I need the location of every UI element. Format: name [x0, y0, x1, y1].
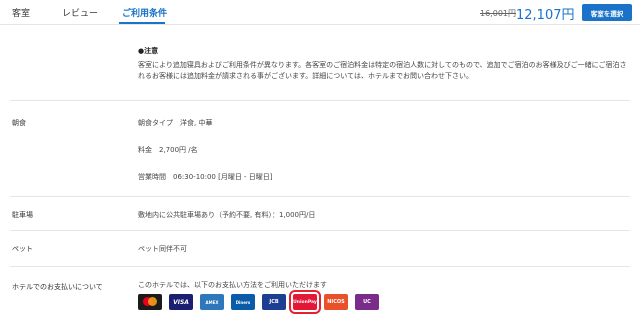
mastercard-icon [138, 294, 162, 310]
tab-reviews[interactable]: レビュー [62, 6, 98, 19]
tab-terms[interactable]: ご利用条件 [122, 6, 167, 19]
divider [10, 266, 630, 267]
pets-text: ペット同伴不可 [138, 245, 187, 253]
payment-label: ホテルでのお支払いについて [12, 283, 103, 291]
breakfast-type: 朝食タイプ 洋食, 中華 [138, 119, 213, 127]
active-tab-indicator [119, 22, 165, 24]
original-price: 16,001円 [480, 9, 516, 18]
payment-text: このホテルでは、以下のお支払い方法をご利用いただけます [138, 281, 327, 289]
notice-body: 客室により追加寝具およびご利用条件が異なります。各客室のご宿泊料金は特定の宿泊人… [138, 61, 627, 80]
pets-label: ペット [12, 245, 33, 253]
amex-icon: AMEX [200, 294, 224, 310]
payment-card-list: VISA AMEX Diners JCB UnionPay NICOS UC [138, 290, 386, 314]
divider [10, 196, 630, 197]
diners-icon: Diners [231, 294, 255, 310]
tab-rooms[interactable]: 客室 [12, 6, 30, 19]
jcb-icon: JCB [262, 294, 286, 310]
select-room-button[interactable]: 客室を選択 [582, 4, 632, 21]
notice-title: ●注意 [138, 47, 159, 55]
unionpay-icon: UnionPay [289, 290, 321, 314]
divider [10, 230, 630, 231]
parking-label: 駐車場 [12, 211, 33, 219]
divider [10, 100, 630, 101]
breakfast-label: 朝食 [12, 119, 26, 127]
breakfast-hours: 営業時間 06:30-10:00 [月曜日 - 日曜日] [138, 173, 273, 181]
visa-icon: VISA [169, 294, 193, 310]
parking-text: 敷地内に公共駐車場あり（予約不要, 有料）：1,000円/日 [138, 211, 316, 219]
discount-price: 12,107円 [516, 8, 575, 23]
top-nav: 客室 レビュー ご利用条件 16,001円 12,107円 客室を選択 [0, 0, 640, 25]
breakfast-price: 料金 2,700円 /名 [138, 146, 198, 154]
uc-icon: UC [355, 294, 379, 310]
nicos-icon: NICOS [324, 294, 348, 310]
